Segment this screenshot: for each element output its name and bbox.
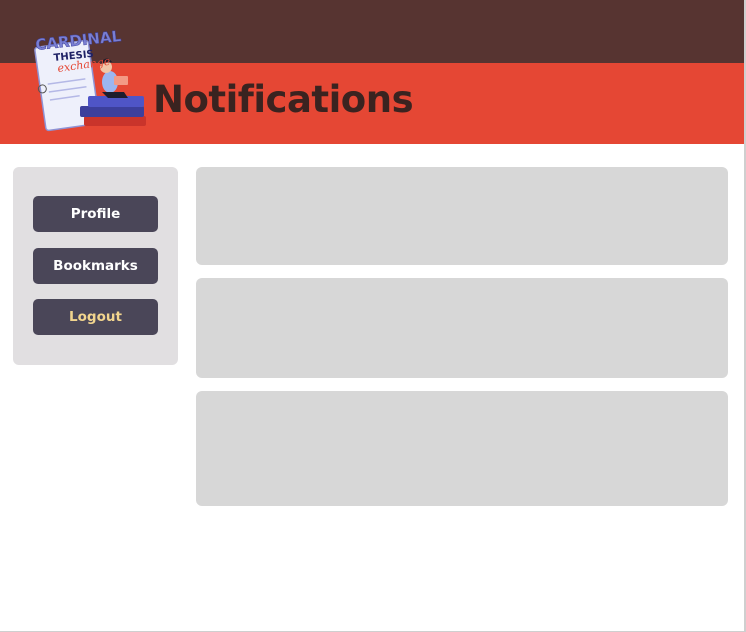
bookmarks-button[interactable]: Bookmarks	[33, 248, 158, 284]
notification-card[interactable]	[196, 167, 728, 265]
sidebar: Profile Bookmarks Logout	[13, 167, 178, 365]
page-title: Notifications	[153, 78, 414, 121]
notification-card[interactable]	[196, 278, 728, 378]
logout-button[interactable]: Logout	[33, 299, 158, 335]
cardinal-thesis-exchange-logo[interactable]: CARDINAL THESIS exchange	[28, 30, 154, 134]
notification-card[interactable]	[196, 391, 728, 506]
profile-button[interactable]: Profile	[33, 196, 158, 232]
